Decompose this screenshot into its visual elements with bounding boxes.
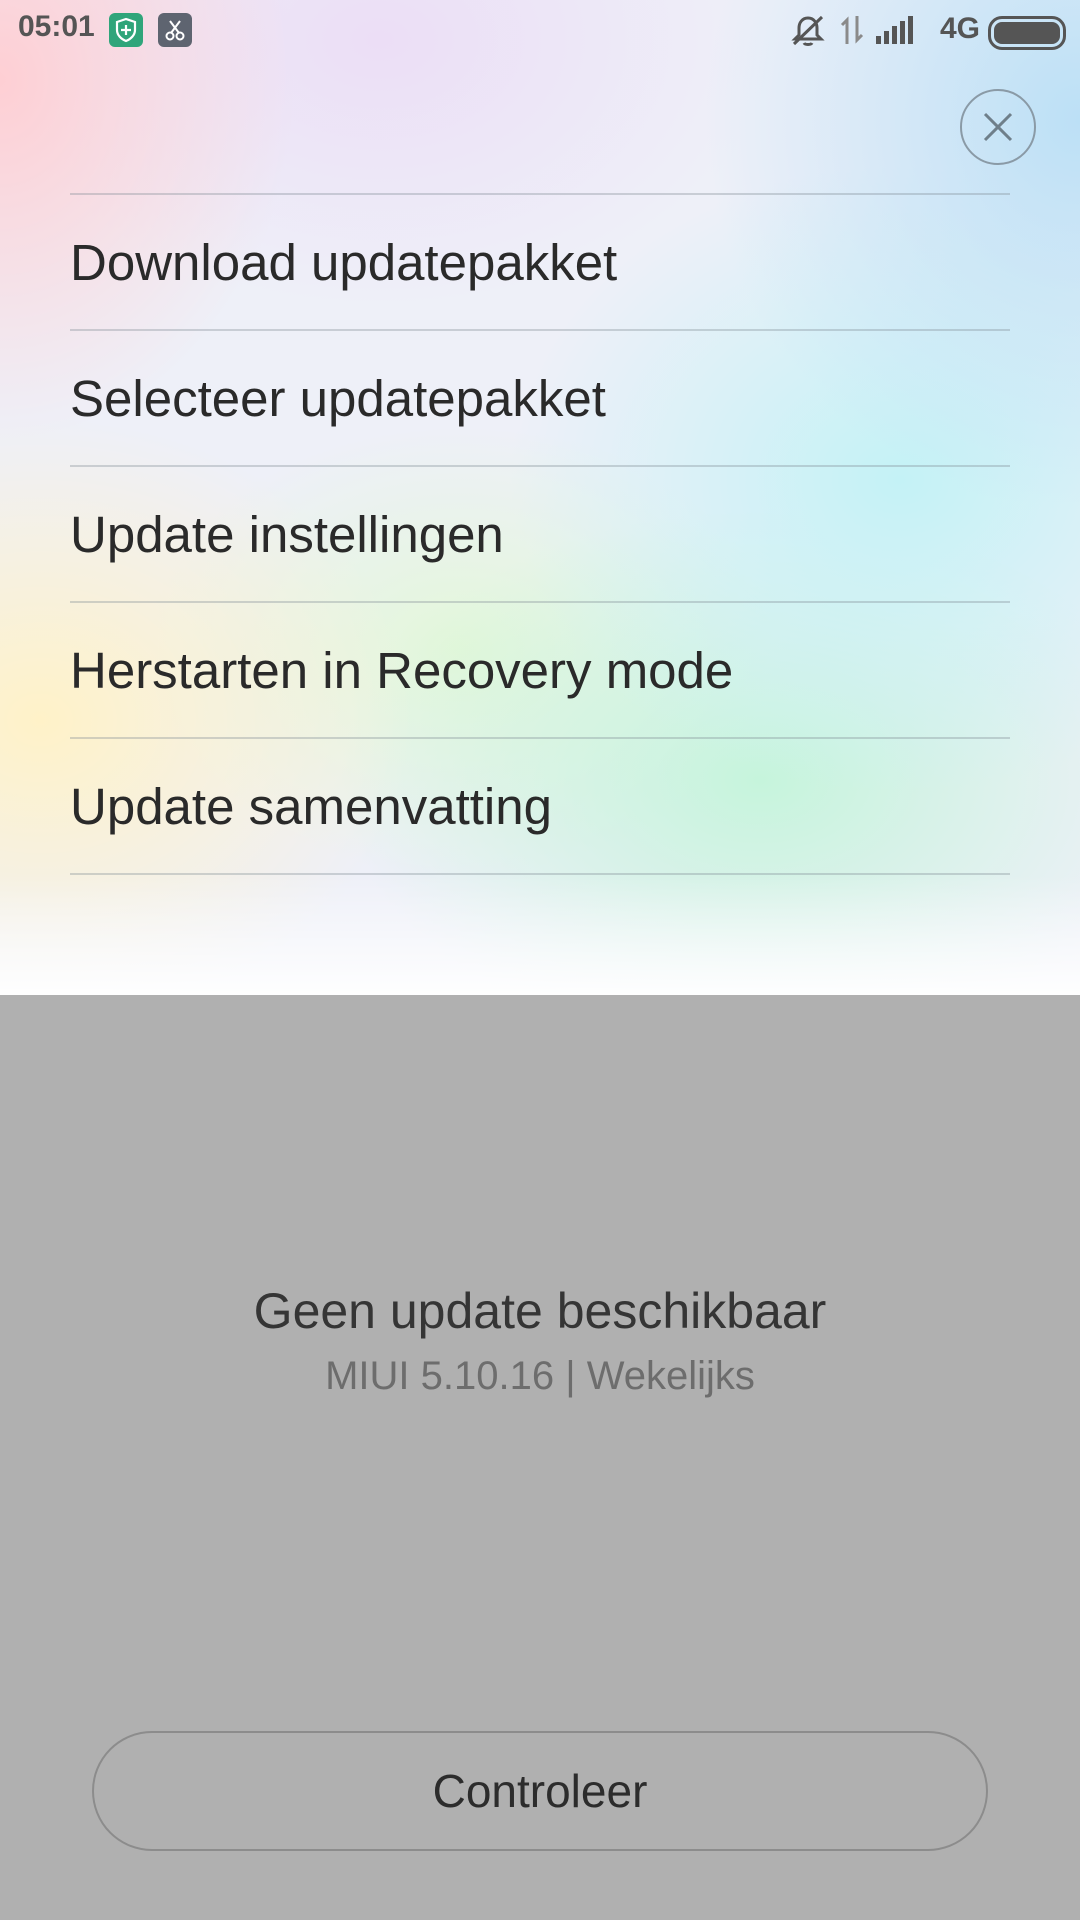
menu-list: Download updatepakket Selecteer updatepa…: [70, 193, 1010, 875]
menu-item-select-package[interactable]: Selecteer updatepakket: [70, 331, 1010, 467]
menu-item-download-package[interactable]: Download updatepakket: [70, 195, 1010, 331]
mute-icon: [790, 14, 826, 52]
shield-icon: [109, 13, 143, 47]
data-arrows-icon: [840, 14, 864, 50]
signal-icon: [876, 16, 916, 48]
check-button[interactable]: Controleer: [92, 1731, 988, 1851]
network-type: 4G: [939, 12, 980, 45]
battery-fill: [994, 22, 1060, 44]
battery-icon: [988, 16, 1066, 50]
close-icon: [983, 112, 1013, 142]
status-bar: 05:01 4G: [0, 0, 1080, 60]
update-status-title: Geen update beschikbaar: [253, 1283, 827, 1339]
status-time: 05:01: [18, 10, 95, 43]
menu-item-update-settings[interactable]: Update instellingen: [70, 467, 1010, 603]
update-status-version: MIUI 5.10.16 | Wekelijks: [325, 1354, 755, 1398]
screen: 05:01 4G Download updatepakket Selecteer…: [0, 0, 1080, 1920]
menu-item-reboot-recovery[interactable]: Herstarten in Recovery mode: [70, 603, 1010, 739]
scissors-icon: [158, 13, 192, 47]
menu-item-update-summary[interactable]: Update samenvatting: [70, 739, 1010, 875]
close-button[interactable]: [960, 89, 1036, 165]
